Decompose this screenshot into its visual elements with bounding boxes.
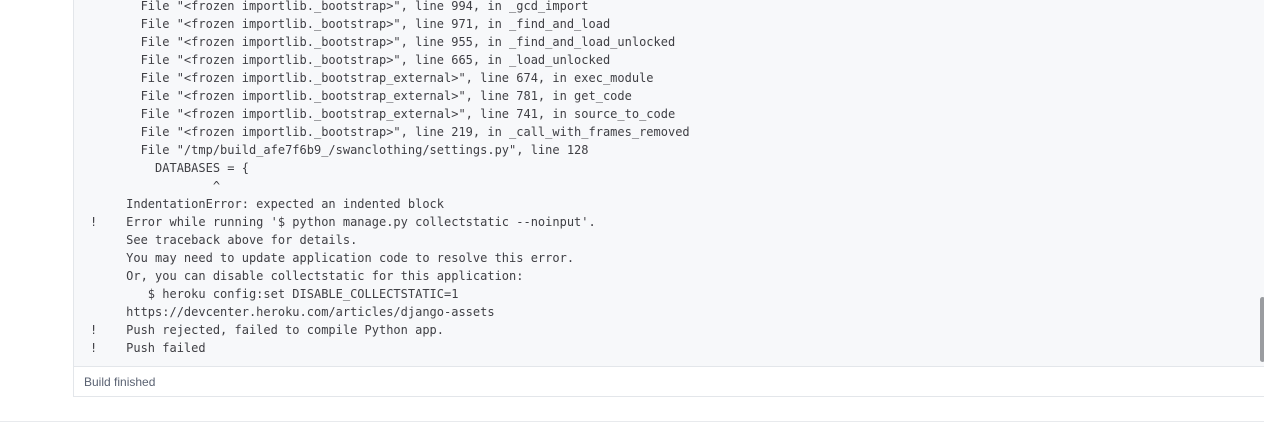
log-line: IndentationError: expected an indented b… [90,197,445,211]
build-log-panel: File "<frozen importlib._bootstrap>", li… [73,0,1264,397]
page-divider [0,421,1264,422]
log-line: Or, you can disable collectstatic for th… [90,269,524,283]
log-scrollbar[interactable] [1259,0,1264,366]
log-line: See traceback above for details. [90,233,358,247]
log-line: File "<frozen importlib._bootstrap_exter… [90,107,676,121]
build-log-output[interactable]: File "<frozen importlib._bootstrap>", li… [74,0,1264,367]
log-line: ^ [90,179,221,193]
log-line: $ heroku config:set DISABLE_COLLECTSTATI… [90,287,459,301]
build-status-text: Build finished [84,375,156,389]
build-status-bar: Build finished [74,367,1264,396]
log-line: File "<frozen importlib._bootstrap_exter… [90,71,654,85]
log-line: File "<frozen importlib._bootstrap>", li… [90,125,690,139]
log-line: File "<frozen importlib._bootstrap_exter… [90,89,632,103]
log-line: File "<frozen importlib._bootstrap>", li… [90,17,611,31]
log-line: File "<frozen importlib._bootstrap>", li… [90,53,611,67]
log-scrollbar-thumb[interactable] [1260,297,1264,362]
log-line: https://devcenter.heroku.com/articles/dj… [90,305,495,319]
log-line: File "<frozen importlib._bootstrap>", li… [90,0,589,13]
log-error-marker: ! [90,341,98,355]
log-line-error: Error while running '$ python manage.py … [90,215,596,229]
log-line-error: Push rejected, failed to compile Python … [90,323,445,337]
log-line: You may need to update application code … [90,251,575,265]
log-error-marker: ! [90,323,98,337]
log-line: File "<frozen importlib._bootstrap>", li… [90,35,676,49]
log-error-marker: ! [90,215,98,229]
log-line: DATABASES = { [90,161,249,175]
build-output-page: File "<frozen importlib._bootstrap>", li… [0,0,1264,423]
log-line: File "/tmp/build_afe7f6b9_/swanclothing/… [90,143,589,157]
log-line-error: Push failed [90,341,206,355]
